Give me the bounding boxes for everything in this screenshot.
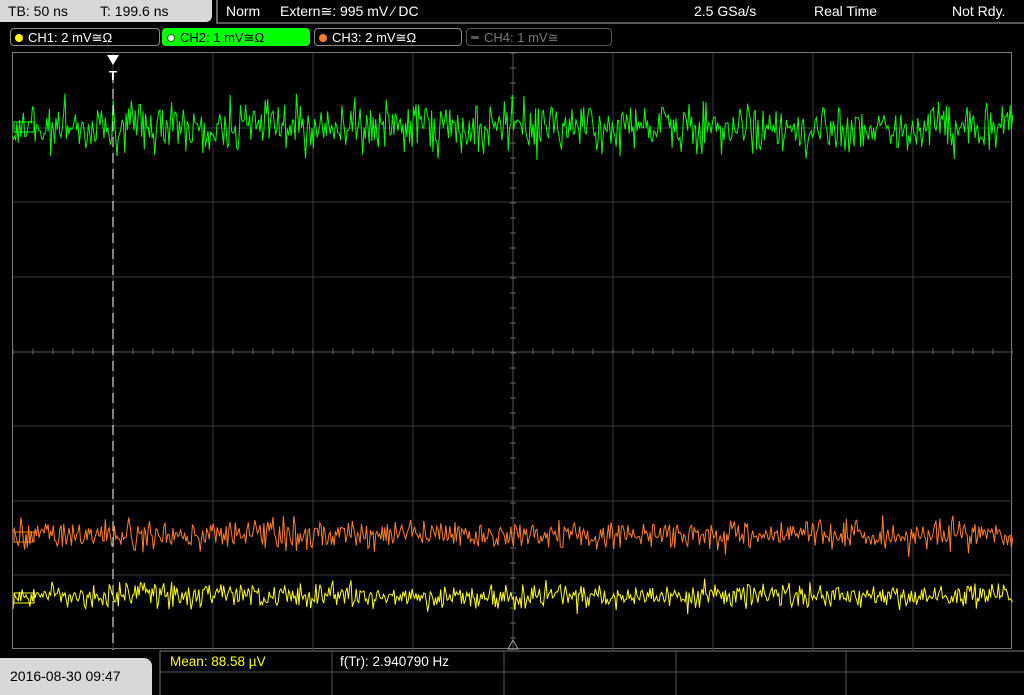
channel-2-label: CH2: 1 mV≅Ω	[180, 30, 265, 45]
trigger-frequency-measurement[interactable]: f(Tr): 2.940790 Hz	[340, 652, 449, 672]
date-time-display: 2016-08-30 09:47	[0, 658, 152, 695]
trigger-source[interactable]: Extern≅: 995 mV ⁄ DC	[280, 0, 419, 22]
trigger-arrow-icon[interactable]	[107, 55, 119, 65]
channel-3-label: CH3: 2 mV≅Ω	[332, 30, 417, 45]
status-bar: TB: 50 ns T: 199.6 ns Norm Extern≅: 995 …	[0, 0, 1024, 24]
channel-bar: CH1: 2 mV≅Ω CH2: 1 mV≅Ω CH3: 2 mV≅Ω CH4:…	[0, 24, 1024, 48]
timebase-value: TB: 50 ns	[8, 3, 68, 19]
waveform-display[interactable]: T	[12, 52, 1013, 650]
trigger-time-value: T: 199.6 ns	[100, 3, 169, 19]
channel-2-tab[interactable]: CH2: 1 mV≅Ω	[162, 28, 310, 46]
channel-1-label: CH1: 2 mV≅Ω	[28, 30, 113, 45]
channel-2-dot-icon	[167, 34, 175, 42]
sample-rate[interactable]: 2.5 GSa/s	[694, 0, 756, 22]
timebase-box[interactable]: TB: 50 ns T: 199.6 ns	[0, 0, 212, 22]
channel-1-dot-icon	[15, 34, 23, 42]
channel-3-tab[interactable]: CH3: 2 mV≅Ω	[314, 28, 462, 46]
channel-4-label: CH4: 1 mV≅	[484, 30, 559, 45]
channel-3-dot-icon	[319, 34, 327, 42]
acquisition-status: Not Rdy.	[952, 3, 1006, 19]
acquisition-mode[interactable]: Real Time	[814, 0, 877, 22]
channel-1-tab[interactable]: CH1: 2 mV≅Ω	[10, 28, 160, 46]
mean-measurement[interactable]: Mean: 88.58 µV	[170, 652, 266, 672]
trigger-label: T	[109, 68, 117, 83]
footer-lines	[159, 650, 1024, 695]
channel-4-dash-icon	[471, 36, 479, 39]
waveform-canvas: T	[13, 53, 1013, 650]
footer-bar	[0, 650, 1024, 695]
channel-4-tab[interactable]: CH4: 1 mV≅	[466, 28, 612, 46]
trigger-mode[interactable]: Norm	[226, 0, 260, 22]
